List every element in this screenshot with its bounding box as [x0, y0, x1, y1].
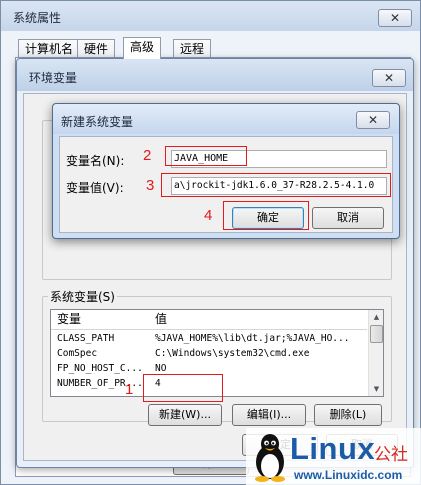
environment-variables-title: 环境变量	[29, 71, 78, 85]
highlight-new-button	[143, 374, 223, 402]
tux-penguin-icon	[255, 434, 285, 482]
tab-computer-name[interactable]: 计算机名	[18, 39, 81, 59]
highlight-ok-button	[223, 201, 309, 230]
table-row[interactable]: ComSpec C:\Windows\system32\cmd.exe	[51, 347, 367, 361]
delete-variable-button[interactable]: 删除(L)	[314, 404, 382, 426]
step-3-label: 3	[146, 177, 155, 194]
step-2-label: 2	[143, 147, 152, 164]
variable-value-label: 变量值(V):	[66, 181, 124, 195]
environment-variables-titlebar: 环境变量 ✕	[17, 59, 413, 91]
new-system-variable-titlebar: 新建系统变量 ✕	[53, 104, 399, 134]
system-properties-close-button[interactable]: ✕	[378, 9, 412, 27]
list-header: 变量 值	[51, 310, 367, 330]
step-1-label: 1	[125, 381, 134, 398]
close-icon: ✕	[367, 113, 379, 127]
table-row[interactable]: CLASS_PATH %JAVA_HOME%\lib\dt.jar;%JAVA_…	[51, 332, 367, 346]
close-icon: ✕	[383, 71, 395, 85]
variable-name: FP_NO_HOST_C...	[57, 363, 143, 374]
scroll-down-icon[interactable]: ▼	[369, 382, 384, 396]
variable-value: C:\Windows\system32\cmd.exe	[155, 348, 310, 359]
tab-advanced[interactable]: 高级	[123, 37, 162, 59]
scroll-up-icon[interactable]: ▲	[369, 310, 384, 324]
watermark-brand-suffix: 公社	[374, 445, 408, 465]
new-system-variable-close-button[interactable]: ✕	[356, 111, 390, 129]
vertical-scrollbar[interactable]: ▲ ▼	[368, 310, 383, 396]
highlight-variable-name	[165, 146, 247, 166]
variable-name-label: 变量名(N):	[66, 154, 125, 168]
step-4-label: 4	[204, 207, 213, 224]
new-variable-cancel-button[interactable]: 取消	[312, 207, 384, 229]
system-properties-title: 系统属性	[13, 11, 62, 25]
watermark-brand: Linux	[290, 431, 376, 466]
edit-variable-button[interactable]: 编辑(I)...	[232, 404, 306, 426]
watermark-url: www.Linuxidc.com	[294, 468, 403, 482]
column-header-variable[interactable]: 变量	[57, 310, 81, 329]
new-system-variable-title: 新建系统变量	[61, 115, 134, 129]
scrollbar-thumb[interactable]	[370, 325, 383, 343]
new-variable-button[interactable]: 新建(W)...	[148, 404, 222, 426]
close-icon: ✕	[389, 11, 401, 25]
system-properties-titlebar: 系统属性 ✕	[1, 1, 420, 31]
variable-value: %JAVA_HOME%\lib\dt.jar;%JAVA_HO...	[155, 333, 350, 344]
watermark: Linux 公社 www.Linuxidc.com	[246, 428, 421, 485]
variable-name: ComSpec	[57, 348, 98, 359]
system-variables-label: 系统变量(S)	[48, 288, 117, 305]
tab-hardware[interactable]: 硬件	[77, 39, 116, 59]
variable-name: CLASS_PATH	[57, 333, 115, 344]
highlight-variable-value	[161, 173, 391, 197]
tab-remote[interactable]: 远程	[173, 39, 212, 59]
column-header-value[interactable]: 值	[155, 310, 167, 329]
environment-variables-close-button[interactable]: ✕	[372, 69, 406, 87]
